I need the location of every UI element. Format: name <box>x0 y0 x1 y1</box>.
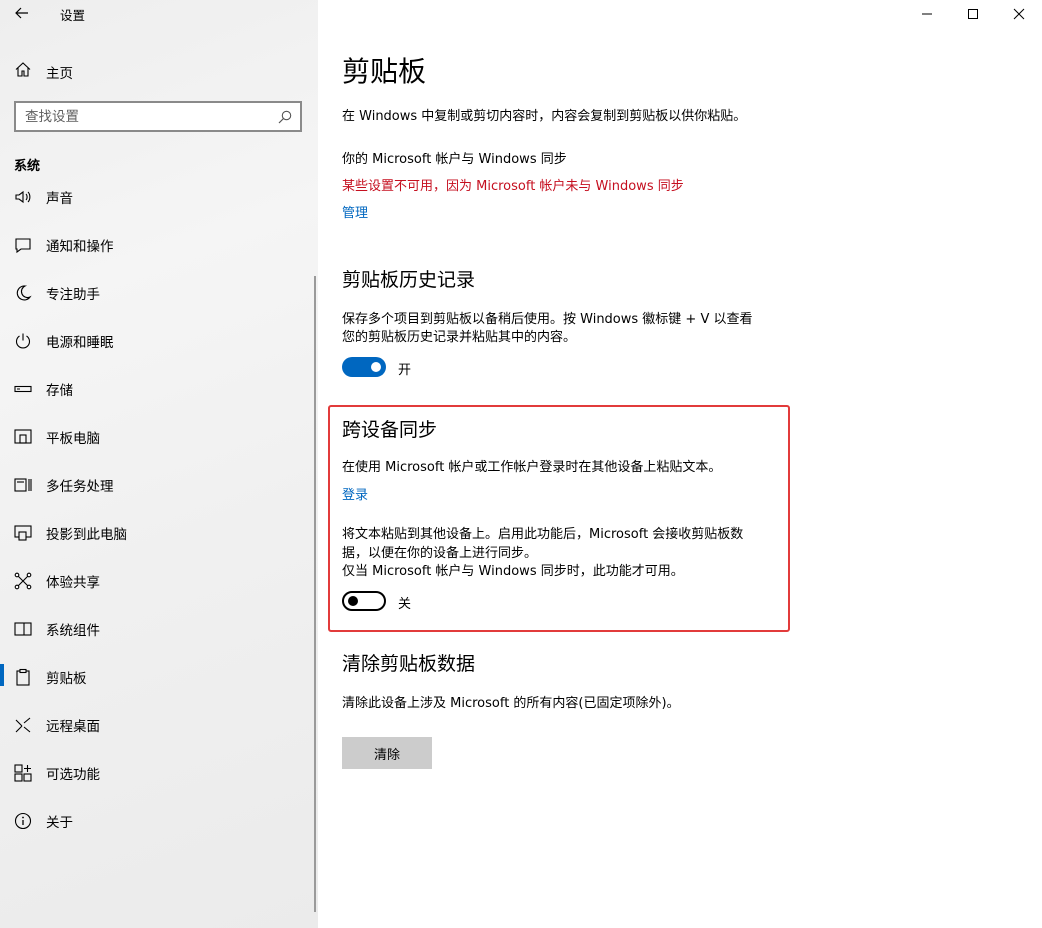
search-input[interactable] <box>16 103 266 130</box>
sidebar-item-notifications[interactable]: 通知和操作 <box>0 224 318 264</box>
search-box[interactable] <box>14 101 302 132</box>
sidebar-scrollbar[interactable] <box>314 276 316 912</box>
sidebar-item-about[interactable]: 关于 <box>0 800 318 840</box>
sidebar-item-clipboard[interactable]: 剪贴板 <box>0 656 318 696</box>
history-heading: 剪贴板历史记录 <box>342 269 476 291</box>
info-icon <box>13 811 32 830</box>
sidebar-item-project[interactable]: 投影到此电脑 <box>0 512 318 552</box>
multitask-icon <box>13 475 32 494</box>
sidebar-item-label: 平板电脑 <box>46 431 100 447</box>
share-icon <box>13 571 32 590</box>
sidebar-item-power[interactable]: 电源和睡眠 <box>0 320 318 360</box>
sync-warning: 某些设置不可用，因为 Microsoft 帐户未与 Windows 同步 <box>342 179 684 194</box>
optional-features-icon <box>13 763 32 782</box>
sidebar-home-label: 主页 <box>46 66 73 82</box>
highlight-box <box>328 405 790 632</box>
app-title: 设置 <box>60 8 86 23</box>
sidebar-item-tablet[interactable]: 平板电脑 <box>0 416 318 456</box>
sidebar-item-shared-experiences[interactable]: 体验共享 <box>0 560 318 600</box>
sync-heading: 你的 Microsoft 帐户与 Windows 同步 <box>342 152 567 167</box>
page-title: 剪贴板 <box>342 55 427 88</box>
component-icon <box>13 619 32 638</box>
notification-icon <box>13 235 32 254</box>
maximize-icon <box>968 9 978 19</box>
sidebar-item-optional-features[interactable]: 可选功能 <box>0 752 318 792</box>
history-toggle[interactable] <box>342 357 386 377</box>
sidebar-item-label: 系统组件 <box>46 623 100 639</box>
minimize-icon <box>922 13 932 15</box>
sidebar-item-label: 存储 <box>46 383 73 399</box>
close-icon <box>1013 8 1025 20</box>
home-icon <box>15 62 31 77</box>
project-icon <box>13 523 32 542</box>
sidebar-item-label: 关于 <box>46 815 73 831</box>
sidebar-item-focus-assist[interactable]: 专注助手 <box>0 272 318 312</box>
history-desc-line1: 保存多个项目到剪贴板以备稍后使用。按 Windows 徽标键 + V 以查看 <box>342 312 753 327</box>
sidebar-item-label: 专注助手 <box>46 287 100 303</box>
selection-indicator <box>0 664 4 686</box>
sidebar-item-label: 投影到此电脑 <box>46 527 127 543</box>
clear-button[interactable]: 清除 <box>342 737 432 769</box>
window-controls <box>904 0 1042 28</box>
remote-icon <box>13 715 32 734</box>
sidebar-item-sound[interactable]: 声音 <box>0 180 318 216</box>
sidebar-item-label: 电源和睡眠 <box>46 335 114 351</box>
sidebar-item-label: 多任务处理 <box>46 479 114 495</box>
section-header: 系统 <box>14 159 41 174</box>
history-desc-line2: 您的剪贴板历史记录并粘贴其中的内容。 <box>342 330 577 345</box>
back-arrow-icon <box>15 7 28 19</box>
sidebar-item-label: 声音 <box>46 191 73 207</box>
storage-icon <box>13 379 32 398</box>
sidebar-item-label: 远程桌面 <box>46 719 100 735</box>
history-toggle-state: 开 <box>398 363 412 378</box>
close-button[interactable] <box>996 0 1042 28</box>
nav-list: 声音 通知和操作 专注助手 电源和睡眠 存储 平板电脑 多任务处理 投影到此电脑… <box>0 180 318 928</box>
intro-text: 在 Windows 中复制或剪切内容时，内容会复制到剪贴板以供你粘贴。 <box>342 109 747 124</box>
clear-heading: 清除剪贴板数据 <box>342 653 476 675</box>
manage-link[interactable]: 管理 <box>342 205 368 223</box>
sidebar-item-label: 可选功能 <box>46 767 100 783</box>
moon-icon <box>13 283 32 302</box>
power-icon <box>13 331 32 350</box>
title-bar: 设置 <box>0 0 318 28</box>
minimize-button[interactable] <box>904 0 950 28</box>
sidebar-item-multitasking[interactable]: 多任务处理 <box>0 464 318 504</box>
tablet-icon <box>13 427 32 446</box>
sidebar-home[interactable]: 主页 <box>0 56 318 84</box>
search-icon[interactable] <box>278 110 292 124</box>
sidebar-item-label: 剪贴板 <box>46 671 87 687</box>
speaker-icon <box>13 187 32 206</box>
back-button[interactable] <box>10 2 34 24</box>
toggle-knob <box>371 362 381 372</box>
sidebar-item-label: 体验共享 <box>46 575 100 591</box>
sidebar-item-remote-desktop[interactable]: 远程桌面 <box>0 704 318 744</box>
clipboard-icon <box>13 667 32 686</box>
clear-desc: 清除此设备上涉及 Microsoft 的所有内容(已固定项除外)。 <box>342 696 680 711</box>
sidebar-item-storage[interactable]: 存储 <box>0 368 318 408</box>
sidebar-item-system-components[interactable]: 系统组件 <box>0 608 318 648</box>
sidebar: 设置 主页 系统 声音 通知和操作 专注助手 <box>0 0 318 928</box>
maximize-button[interactable] <box>950 0 996 28</box>
sidebar-item-label: 通知和操作 <box>46 239 114 255</box>
